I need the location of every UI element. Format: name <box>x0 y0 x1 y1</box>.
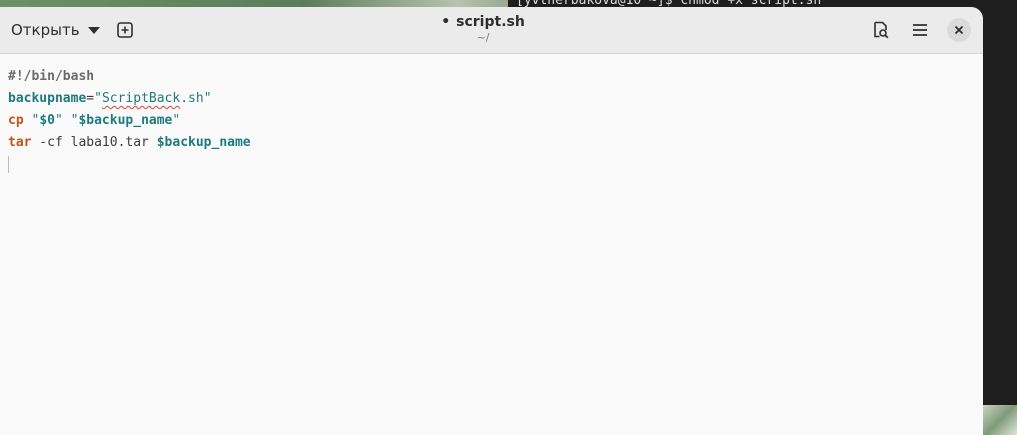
code-token: " <box>172 113 181 128</box>
open-button[interactable]: Открыть <box>4 15 107 45</box>
search-button[interactable] <box>866 15 896 45</box>
open-button-label: Открыть <box>11 21 80 39</box>
new-tab-icon <box>117 22 133 38</box>
code-content[interactable]: #!/bin/bash backupname="ScriptBack.sh" cp … <box>8 66 251 176</box>
close-window-button[interactable] <box>947 18 971 42</box>
code-token: $0 <box>39 113 55 128</box>
code-token: " <box>54 113 63 128</box>
chevron-down-icon <box>87 27 100 34</box>
code-line[interactable]: #!/bin/bash <box>8 66 251 88</box>
code-token: $backup_name <box>78 113 173 128</box>
code-line[interactable]: cp "$0" "$backup_name" <box>8 110 251 132</box>
desktop-wallpaper-corner <box>983 405 1017 435</box>
hamburger-menu-icon <box>913 24 927 36</box>
document-search-icon <box>874 21 889 39</box>
code-token: backupname <box>8 91 87 106</box>
code-line-cursor[interactable] <box>8 154 251 176</box>
text-editor-window: Открыть • script.sh ~/ #!/bin/bash backu… <box>0 7 983 435</box>
document-path: ~/ <box>476 31 490 44</box>
code-editor[interactable]: #!/bin/bash backupname="ScriptBack.sh" cp … <box>0 54 983 435</box>
code-token: cp <box>8 113 24 128</box>
window-title-area: • script.sh ~/ <box>383 13 583 45</box>
code-token: " <box>94 91 102 106</box>
code-token: = <box>86 91 95 106</box>
main-menu-button[interactable] <box>905 15 935 45</box>
code-token: tar <box>8 135 32 150</box>
code-token: -cf laba10.tar <box>31 135 157 150</box>
code-token: $backup_name <box>156 135 251 150</box>
document-title-text: script.sh <box>456 14 525 30</box>
code-token: ScriptBack <box>101 91 181 106</box>
headerbar: Открыть • script.sh ~/ <box>0 7 983 54</box>
new-tab-button[interactable] <box>110 15 140 45</box>
text-cursor <box>8 156 9 173</box>
close-icon <box>954 25 964 35</box>
document-title: • script.sh <box>383 13 583 31</box>
code-line[interactable]: backupname="ScriptBack.sh" <box>8 88 251 110</box>
code-line[interactable]: tar -cf laba10.tar $backup_name <box>8 132 251 154</box>
unsaved-indicator: • <box>441 14 451 30</box>
code-token: #!/bin/bash <box>8 69 95 84</box>
code-token: .sh" <box>180 91 212 106</box>
